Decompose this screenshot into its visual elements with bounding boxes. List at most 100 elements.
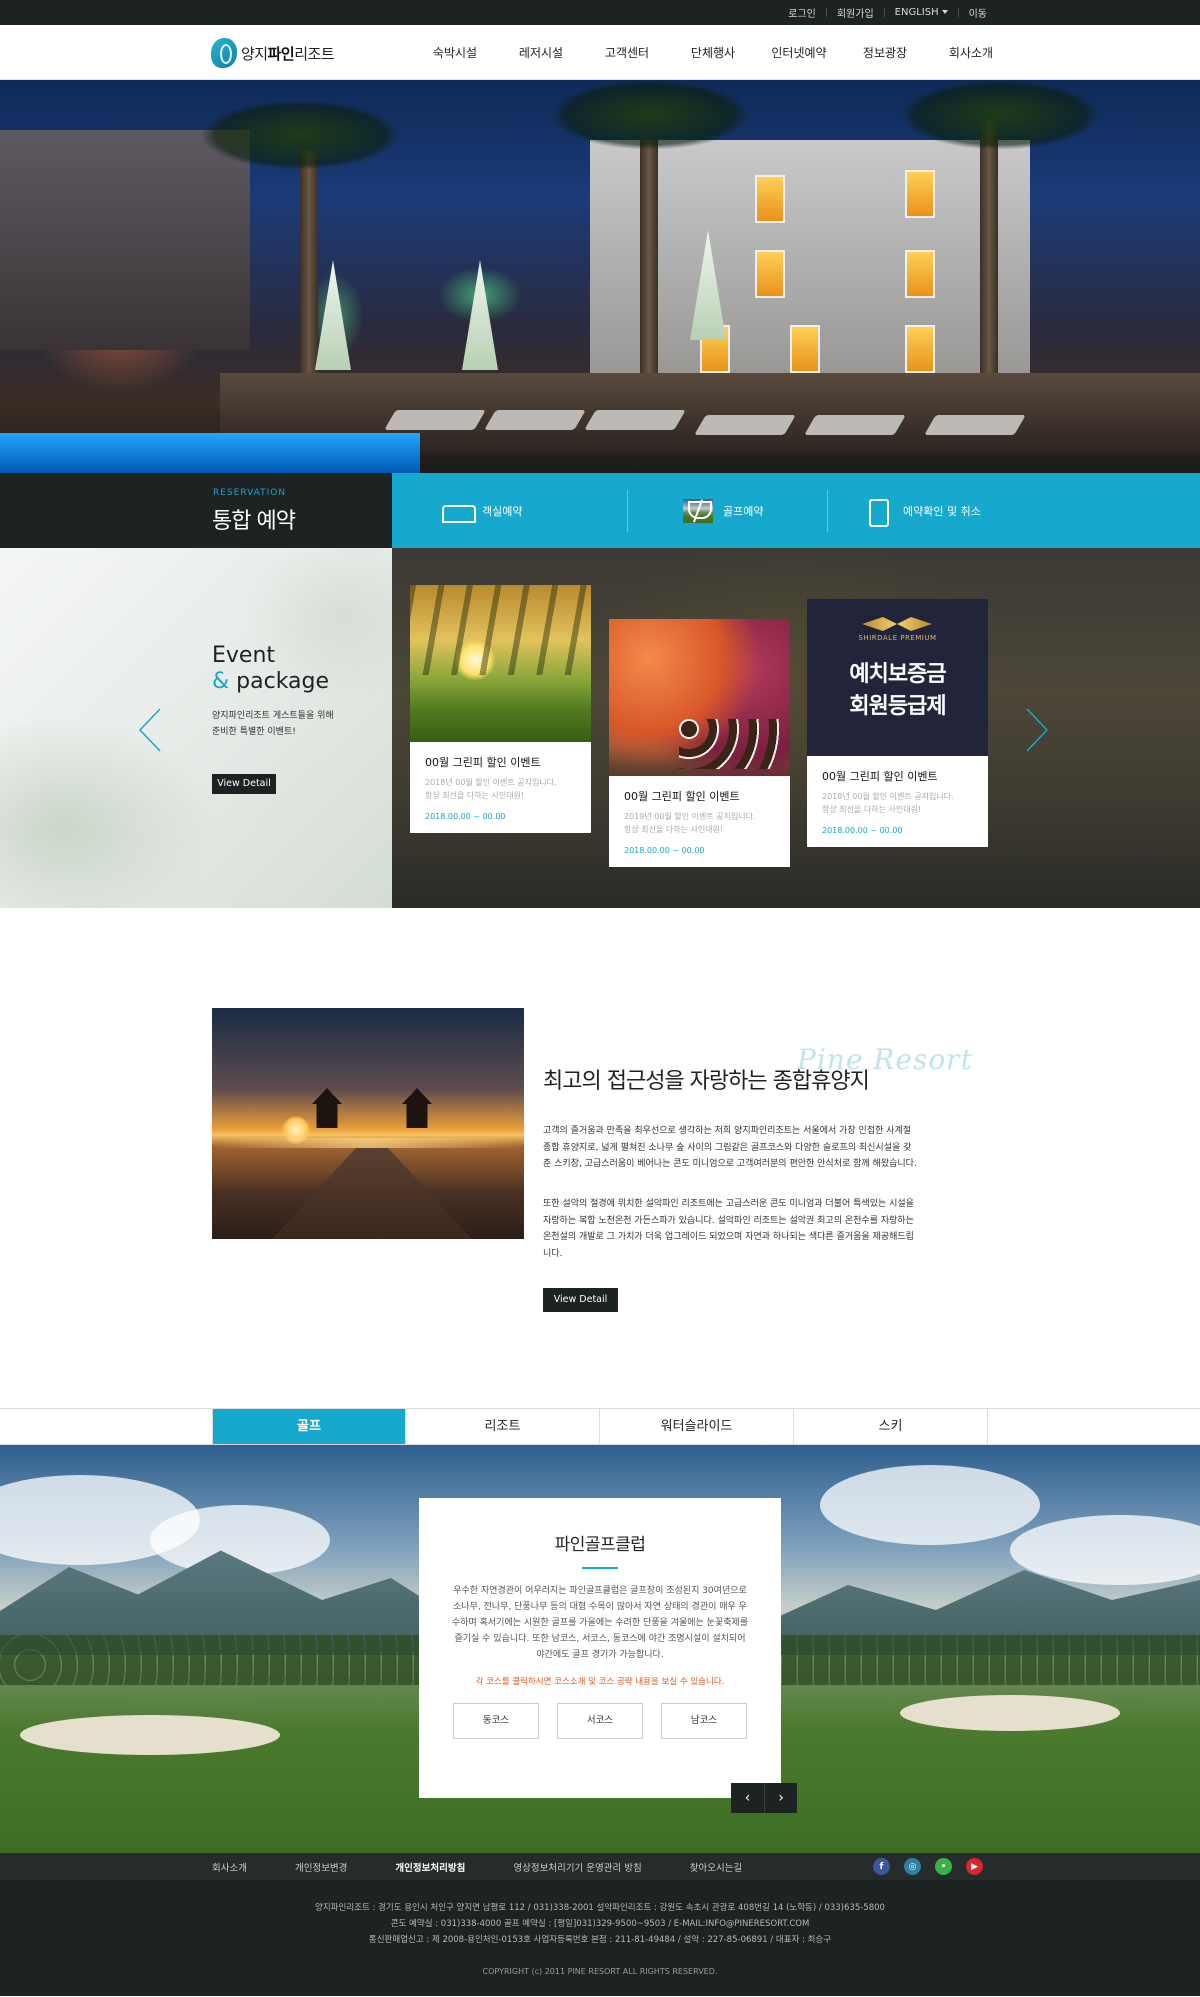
cloud-shape (1010, 1515, 1200, 1585)
hero-lounger (384, 410, 486, 430)
west-course-button[interactable]: 서코스 (557, 1703, 643, 1739)
youtube-icon[interactable]: ▶ (966, 1858, 983, 1875)
event-card-date: 2018.00.00 ~ 00.00 (822, 826, 903, 835)
language-selector[interactable]: ENGLISH (895, 7, 948, 18)
water-reflection (212, 1138, 524, 1148)
divider (957, 8, 959, 17)
golf-icon (683, 498, 713, 523)
footer-link-cctv-policy[interactable]: 영상정보처리기기 운영관리 방침 (513, 1860, 641, 1874)
hero-lounger (584, 410, 686, 430)
golf-title: 파인골프클럽 (554, 1535, 646, 1555)
event-card-date: 2018.00.00 ~ 00.00 (425, 812, 506, 821)
hero-window (905, 170, 935, 218)
chevron-down-icon (941, 10, 948, 14)
footer-link-privacy-policy[interactable]: 개인정보처리방침 (395, 1860, 465, 1874)
event-intro: Event & package 양지파인리조트 게스트들을 위해 준비한 특별한… (0, 548, 392, 908)
go-link[interactable]: 이동 (969, 5, 987, 20)
check-cancel-label: 예약확인 및 취소 (903, 504, 981, 518)
login-link[interactable]: 로그인 (788, 5, 816, 20)
footer: 양지파인리조트 : 경기도 용인시 처인구 양지면 남평로 112 / 031)… (0, 1880, 1200, 1996)
reservation-title: 통합 예약 (212, 509, 296, 534)
hero-foliage (900, 80, 1100, 150)
about-paragraph: 고객의 즐거움과 만족을 최우선으로 생각하는 저희 양지파인리조트는 서울에서… (543, 1126, 917, 1169)
chevron-left-icon[interactable] (138, 708, 162, 752)
golf-description: 우수한 자연경관이 어우러지는 파인골프클럽은 골프장이 조성된지 30여년으로… (451, 1586, 749, 1660)
nav-item-about-company[interactable]: 회사소개 (928, 44, 1014, 61)
hero-foliage (550, 80, 750, 150)
next-arrow-icon[interactable]: › (764, 1783, 797, 1813)
logo-text: 양지파인리조트 (241, 44, 335, 63)
check-cancel-reservation-button[interactable]: 예약확인 및 취소 (827, 489, 1057, 532)
event-card-desc: 항상 최선을 다하는 사인대원! (425, 791, 525, 800)
nav-item-group-events[interactable]: 단체행사 (670, 44, 756, 61)
signup-link[interactable]: 회원가입 (837, 5, 874, 20)
tab-resort[interactable]: 리조트 (406, 1409, 600, 1444)
event-title: Event & package (212, 643, 330, 694)
prev-arrow-icon[interactable]: ‹ (731, 1783, 764, 1813)
room-reservation-button[interactable]: 객실예약 (422, 490, 627, 532)
bed-icon (442, 499, 476, 523)
bunker-shape (900, 1695, 1120, 1731)
tab-golf[interactable]: 골프 (212, 1409, 406, 1444)
event-card[interactable]: SHIRDALE PREMIUM 예치보증금 회원등급제 00월 그린피 할인 … (807, 599, 988, 847)
nav-item-customer-center[interactable]: 고객센터 (584, 44, 670, 61)
east-course-button[interactable]: 동코스 (453, 1703, 539, 1739)
event-description: 양지파인리조트 게스트들을 위해 준비한 특별한 이벤트! (212, 711, 334, 737)
nav-item-accommodation[interactable]: 숙박시설 (412, 44, 498, 61)
hero-umbrella (315, 260, 351, 370)
hero-palm (300, 150, 318, 403)
chevron-right-icon[interactable] (1025, 708, 1049, 752)
nav-item-online-reservation[interactable]: 인터넷예약 (756, 44, 842, 61)
footer-contact: 콘도 예약실 : 031)338-4000 골프 예약실 : [평일]031)3… (390, 1919, 810, 1929)
about-section: Pine Resort 최고의 접근성을 자랑하는 종합휴양지 고객의 즐거움과… (0, 908, 1200, 1408)
golf-reservation-label: 골프예약 (723, 504, 764, 518)
hero-palm (640, 140, 658, 403)
pavilion-shape (402, 1088, 432, 1128)
promo-brand: SHIRDALE PREMIUM (858, 634, 937, 642)
footer-link-privacy-change[interactable]: 개인정보변경 (295, 1860, 347, 1874)
nav-item-leisure[interactable]: 레저시설 (498, 44, 584, 61)
footer-link-directions[interactable]: 찾아오시는길 (690, 1860, 742, 1874)
hero-building-left (0, 130, 250, 350)
facebook-icon[interactable]: f (873, 1858, 890, 1875)
reservation-actions: 객실예약 골프예약 예약확인 및 취소 (392, 473, 1200, 548)
room-reservation-label: 객실예약 (482, 504, 523, 518)
about-view-detail-button[interactable]: View Detail (543, 1288, 618, 1312)
tab-ski[interactable]: 스키 (794, 1409, 988, 1444)
golf-reservation-button[interactable]: 골프예약 (627, 489, 827, 532)
event-card-desc: 2018년 00월 할인 이벤트 공지입니다. (822, 792, 954, 801)
south-course-button[interactable]: 남코스 (661, 1703, 747, 1739)
footer-link-company[interactable]: 회사소개 (212, 1860, 247, 1874)
ribbon-icon (862, 617, 932, 631)
hero-window (905, 250, 935, 298)
hero-lounger (924, 415, 1026, 435)
event-card-desc: 항상 최선을 다하는 사인대원! (624, 825, 724, 834)
logo[interactable]: 양지파인리조트 (211, 38, 335, 68)
event-card-image: SHIRDALE PREMIUM 예치보증금 회원등급제 (807, 599, 988, 756)
promo-text: 예치보증금 회원등급제 (849, 662, 946, 719)
instagram-icon[interactable]: ◎ (904, 1858, 921, 1875)
hero-window (905, 325, 935, 373)
reservation-title-block: RESERVATION 통합 예약 (0, 473, 392, 548)
hero-window (790, 325, 820, 373)
footer-address: 양지파인리조트 : 경기도 용인시 처인구 양지면 남평로 112 / 031)… (315, 1903, 885, 1913)
hero-lounger (804, 415, 906, 435)
facility-tabs: 골프 리조트 워터슬라이드 스키 (0, 1408, 1200, 1445)
event-card-date: 2018.00.00 ~ 00.00 (624, 846, 705, 855)
about-image (212, 1008, 524, 1239)
pavilion-shape (312, 1088, 342, 1128)
bunker-shape (20, 1715, 280, 1755)
nav-item-info-plaza[interactable]: 정보광장 (842, 44, 928, 61)
event-card-title: 00월 그린피 할인 이벤트 (425, 756, 541, 769)
event-card-image (609, 619, 790, 776)
line-icon[interactable]: • (935, 1858, 952, 1875)
event-card-desc: 2018년 00월 할인 이벤트 공지입니다. (425, 778, 557, 787)
cloud-shape (820, 1465, 1040, 1545)
golf-info-panel: 파인골프클럽 우수한 자연경관이 어우러지는 파인골프클럽은 골프장이 조성된지… (419, 1498, 781, 1798)
event-view-detail-button[interactable]: View Detail (212, 774, 276, 794)
event-card[interactable]: 00월 그린피 할인 이벤트 2019년 00월 할인 이벤트 공지입니다. 항… (609, 619, 790, 867)
event-card[interactable]: 00월 그린피 할인 이벤트 2018년 00월 할인 이벤트 공지입니다. 항… (410, 585, 591, 833)
divider (825, 8, 827, 17)
hero-window (755, 175, 785, 223)
tab-water-slide[interactable]: 워터슬라이드 (600, 1409, 794, 1444)
